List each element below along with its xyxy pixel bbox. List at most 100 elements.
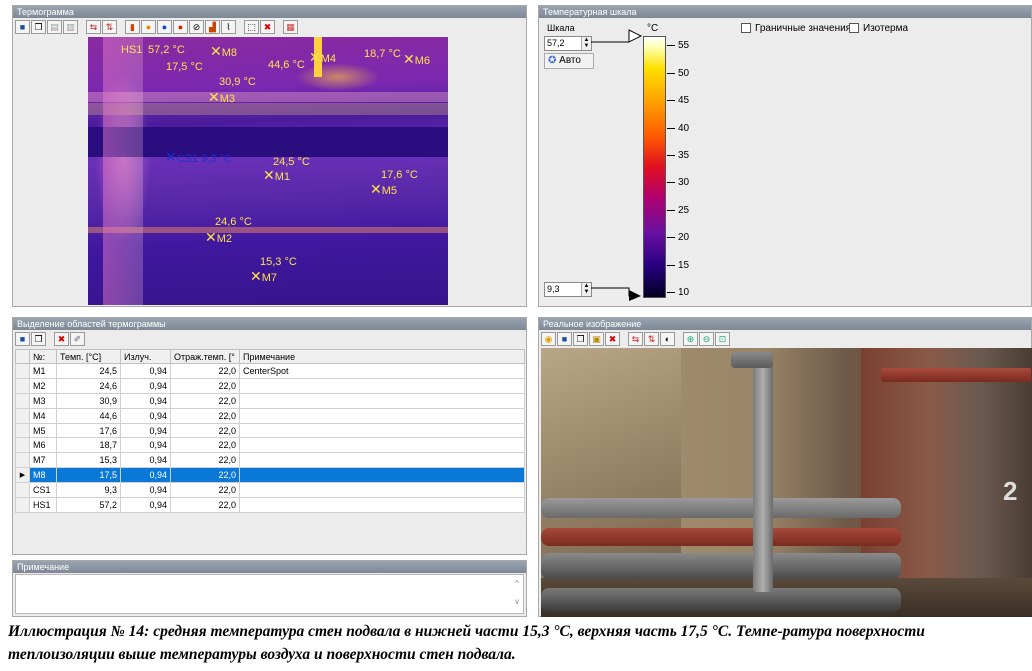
export-icon[interactable]: ▥ bbox=[63, 20, 78, 34]
table-row[interactable]: M7 15,3 0,94 22,0 bbox=[15, 452, 525, 469]
zoom-in-icon[interactable]: ⊕ bbox=[683, 332, 698, 346]
marker-M1[interactable]: ✕M1 bbox=[263, 168, 290, 183]
flip-icon[interactable]: ⇅ bbox=[102, 20, 117, 34]
table-cell-id: M6 bbox=[29, 437, 57, 454]
marker-M5-temp: 17,6 °C bbox=[381, 169, 418, 181]
marker-M3[interactable]: ✕M3 bbox=[208, 90, 235, 105]
note-panel-title: Примечание bbox=[13, 561, 526, 573]
select-area-icon[interactable]: ⬚ bbox=[244, 20, 259, 34]
table-cell-id: CS1 bbox=[29, 482, 57, 499]
grid-icon[interactable]: ▦ bbox=[283, 20, 298, 34]
note-scrollbar[interactable]: ^ v bbox=[511, 575, 523, 613]
row-header-cell[interactable] bbox=[15, 437, 30, 454]
marker-M5[interactable]: ✕M5 bbox=[370, 182, 397, 197]
spot-icon[interactable]: ● bbox=[173, 20, 188, 34]
thermogram-image[interactable]: 57,2 °C HS1 ✕M8 17,5 °C 30,9 °C ✕M3 44,6… bbox=[88, 37, 448, 305]
save-icon[interactable]: ■ bbox=[15, 332, 30, 346]
marker-HS1[interactable]: HS1 bbox=[121, 45, 142, 56]
save-icon[interactable]: ■ bbox=[15, 20, 30, 34]
table-row[interactable]: M3 30,9 0,94 22,0 bbox=[15, 392, 525, 409]
save-icon[interactable]: ■ bbox=[557, 332, 572, 346]
table-cell-temp: 15,3 bbox=[56, 452, 121, 469]
print-icon[interactable]: ▤ bbox=[47, 20, 62, 34]
zoom-out-icon[interactable]: ⊖ bbox=[699, 332, 714, 346]
table-row[interactable]: M1 24,5 0,94 22,0 CenterSpot bbox=[15, 363, 525, 379]
copy-icon[interactable]: ❐ bbox=[31, 20, 46, 34]
photo-panel-title: Реальное изображение bbox=[539, 318, 1031, 330]
copy-icon[interactable]: ❐ bbox=[31, 332, 46, 346]
regions-table: №: Темп. [°C] Излуч. Отраж.темп. [° Прим… bbox=[15, 349, 525, 513]
profile-icon[interactable]: ⌇ bbox=[221, 20, 236, 34]
table-row[interactable]: M5 17,6 0,94 22,0 bbox=[15, 422, 525, 439]
coldspot-icon[interactable]: ● bbox=[157, 20, 172, 34]
thermogram-toolbar: ■ ❐ ▤ ▥ ⇆ ⇅ ▮ ● ● ● ⊘ ▟ ⌇ ⬚ ✖ ▦ bbox=[13, 18, 526, 36]
row-header-cell[interactable] bbox=[15, 392, 30, 409]
table-row[interactable]: M6 18,7 0,94 22,0 bbox=[15, 437, 525, 454]
delete-icon[interactable]: ✖ bbox=[605, 332, 620, 346]
table-cell-temp: 9,3 bbox=[56, 482, 121, 499]
scale-panel: Температурная шкала Шкала 57,2 ▲ ▼ ✪ Авто… bbox=[538, 5, 1032, 307]
note-panel: Примечание ^ v bbox=[12, 560, 527, 617]
marker-M2[interactable]: ✕M2 bbox=[205, 230, 232, 245]
column-header[interactable]: Темп. [°C] bbox=[56, 349, 121, 364]
column-header[interactable]: №: bbox=[29, 349, 57, 364]
color-scale-bar[interactable] bbox=[643, 36, 666, 298]
table-cell-refl: 22,0 bbox=[170, 437, 240, 454]
pin-icon[interactable]: ✐ bbox=[70, 332, 85, 346]
flip-icon[interactable]: ⇅ bbox=[644, 332, 659, 346]
table-cell-refl: 22,0 bbox=[170, 482, 240, 499]
zoom-fit-icon[interactable]: ⊡ bbox=[715, 332, 730, 346]
regions-panel: Выделение областей термограммы ■ ❐ ✖ ✐ №… bbox=[12, 317, 527, 555]
spin-arrows-icon[interactable]: ▲ ▼ bbox=[581, 37, 591, 50]
marker-M7-temp: 15,3 °C bbox=[260, 256, 297, 268]
table-row[interactable]: ▶ M8 17,5 0,94 22,0 bbox=[15, 467, 525, 484]
table-cell-note bbox=[239, 497, 525, 513]
paste-icon[interactable]: ▣ bbox=[589, 332, 604, 346]
marker-M7[interactable]: ✕M7 bbox=[250, 269, 277, 284]
table-row[interactable]: M2 24,6 0,94 22,0 bbox=[15, 377, 525, 394]
scale-tick: 15 bbox=[667, 260, 689, 271]
table-cell-id: M4 bbox=[29, 407, 57, 424]
palette-icon[interactable]: ▮ bbox=[125, 20, 140, 34]
row-header-cell[interactable] bbox=[15, 407, 30, 424]
row-header-cell[interactable] bbox=[15, 422, 30, 439]
row-header-cell[interactable] bbox=[15, 377, 30, 394]
row-header-cell[interactable] bbox=[15, 482, 30, 499]
row-header-cell[interactable] bbox=[15, 363, 30, 379]
delete-icon[interactable]: ✖ bbox=[54, 332, 69, 346]
max-line-icon bbox=[591, 29, 643, 43]
column-header[interactable]: Примечание bbox=[239, 349, 525, 364]
row-header-cell[interactable] bbox=[15, 497, 30, 513]
table-cell-note bbox=[239, 452, 525, 469]
column-header[interactable]: Отраж.темп. [° bbox=[170, 349, 240, 364]
marker-M8[interactable]: ✕M8 bbox=[210, 44, 237, 59]
table-row[interactable]: M4 44,6 0,94 22,0 bbox=[15, 407, 525, 424]
histogram-icon[interactable]: ▟ bbox=[205, 20, 220, 34]
note-textarea[interactable] bbox=[15, 574, 524, 614]
scale-min-input[interactable]: 9,3 ▲ ▼ bbox=[544, 282, 592, 297]
marker-CS1[interactable]: ✕CS1 9,3 °C bbox=[165, 150, 232, 165]
rotate-icon[interactable]: ⇆ bbox=[86, 20, 101, 34]
marker-M1-temp: 24,5 °C bbox=[273, 156, 310, 168]
marker-M6[interactable]: ✕M6 bbox=[403, 52, 430, 67]
rotate-icon[interactable]: ⇆ bbox=[628, 332, 643, 346]
table-row[interactable]: CS1 9,3 0,94 22,0 bbox=[15, 482, 525, 499]
row-header-cell[interactable]: ▶ bbox=[15, 467, 30, 484]
auto-button[interactable]: ✪ Авто bbox=[544, 53, 594, 69]
load-image-icon[interactable]: ◉ bbox=[541, 332, 556, 346]
scale-max-input[interactable]: 57,2 ▲ ▼ bbox=[544, 36, 592, 51]
spin-arrows-icon[interactable]: ▲ ▼ bbox=[581, 283, 591, 296]
column-header[interactable]: Излуч. bbox=[120, 349, 171, 364]
marker-M4[interactable]: ✕M4 bbox=[309, 50, 336, 65]
no-measure-icon[interactable]: ⊘ bbox=[189, 20, 204, 34]
delete-icon[interactable]: ✖ bbox=[260, 20, 275, 34]
table-row[interactable]: HS1 57,2 0,94 22,0 bbox=[15, 497, 525, 513]
thermogram-panel: Термограмма ■ ❐ ▤ ▥ ⇆ ⇅ ▮ ● ● ● ⊘ ▟ ⌇ ⬚ … bbox=[12, 5, 527, 307]
copy-icon[interactable]: ❐ bbox=[573, 332, 588, 346]
contrast-icon[interactable]: ◐ bbox=[660, 332, 675, 346]
boundary-values-checkbox[interactable]: Граничные значения bbox=[741, 23, 851, 34]
table-cell-refl: 22,0 bbox=[170, 422, 240, 439]
hotspot-icon[interactable]: ● bbox=[141, 20, 156, 34]
row-header-cell[interactable] bbox=[15, 452, 30, 469]
isotherm-checkbox[interactable]: Изотерма bbox=[849, 23, 908, 34]
